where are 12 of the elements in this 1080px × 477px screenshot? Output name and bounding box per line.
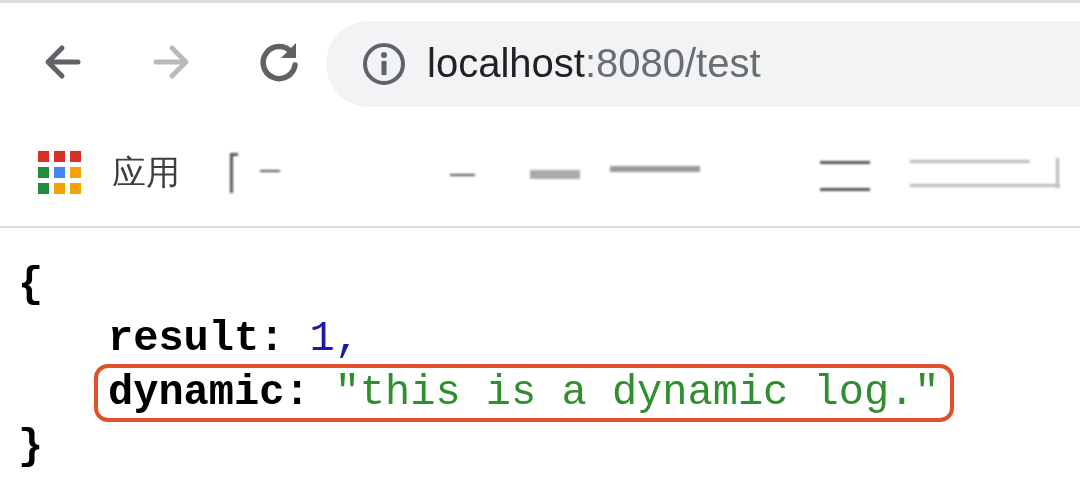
bookmark-link[interactable]: 应用 <box>112 150 180 196</box>
url-path: :8080/test <box>584 41 761 86</box>
address-bar[interactable]: localhost:8080/test <box>326 20 1080 107</box>
json-value: 1, <box>309 314 360 364</box>
json-key: result: <box>108 314 285 364</box>
json-value: "this is a dynamic log." <box>334 368 940 418</box>
close-brace: } <box>18 422 44 472</box>
open-brace: { <box>18 260 44 310</box>
json-key: dynamic: <box>108 368 310 418</box>
info-icon[interactable] <box>361 40 407 87</box>
apps-grid-icon[interactable] <box>38 151 82 195</box>
url-host: localhost <box>427 41 585 86</box>
